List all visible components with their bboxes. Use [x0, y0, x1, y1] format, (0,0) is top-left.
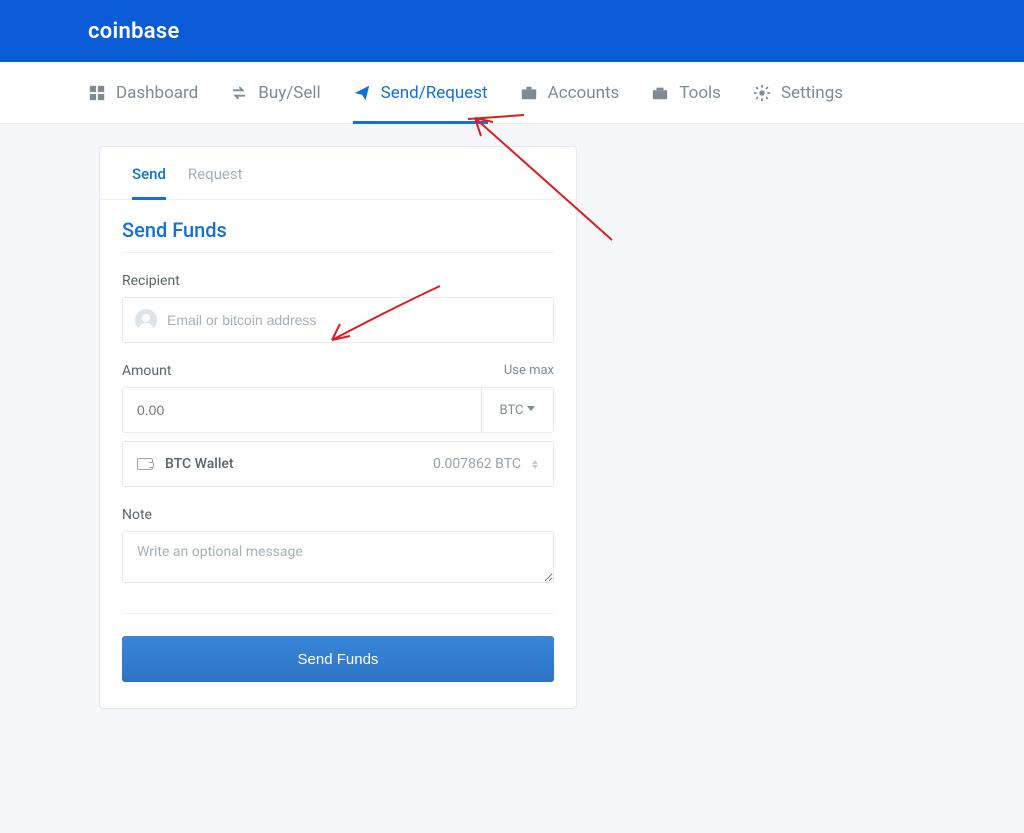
- amount-group: BTC: [122, 387, 554, 433]
- dashboard-icon: [88, 84, 106, 102]
- nav-label: Buy/Sell: [258, 83, 320, 103]
- amount-label-row: Amount Use max: [122, 363, 554, 379]
- tab-send[interactable]: Send: [132, 165, 166, 199]
- card-body: Send Funds Recipient Amount Use max BTC …: [100, 200, 576, 708]
- nav-accounts[interactable]: Accounts: [520, 62, 620, 124]
- recipient-label: Recipient: [122, 273, 554, 289]
- person-icon: [135, 309, 157, 331]
- caret-down-icon: [527, 406, 535, 411]
- brand-logo[interactable]: coinbase: [88, 19, 180, 44]
- nav-settings[interactable]: Settings: [753, 62, 843, 124]
- section-title: Send Funds: [122, 218, 554, 253]
- toolbox-icon: [651, 84, 669, 102]
- nav-label: Dashboard: [116, 83, 198, 103]
- recipient-input-row[interactable]: [122, 297, 554, 343]
- wallet-select[interactable]: BTC Wallet 0.007862 BTC: [122, 441, 554, 487]
- recipient-input[interactable]: [167, 312, 541, 328]
- note-input[interactable]: [122, 531, 554, 583]
- nav-label: Send/Request: [381, 83, 488, 103]
- wallet-icon: [137, 458, 153, 470]
- use-max-link[interactable]: Use max: [504, 363, 554, 379]
- nav-buy-sell[interactable]: Buy/Sell: [230, 62, 320, 124]
- note-label: Note: [122, 507, 554, 523]
- divider: [122, 613, 554, 614]
- wallet-name: BTC Wallet: [165, 456, 234, 472]
- main-nav: Dashboard Buy/Sell Send/Request Accounts…: [0, 62, 1024, 124]
- card-tabs: Send Request: [100, 147, 576, 200]
- up-down-icon: [531, 460, 539, 469]
- nav-tools[interactable]: Tools: [651, 62, 721, 124]
- briefcase-icon: [520, 84, 538, 102]
- currency-select[interactable]: BTC: [481, 388, 553, 432]
- wallet-balance: 0.007862 BTC: [433, 456, 521, 472]
- gear-icon: [753, 84, 771, 102]
- currency-label: BTC: [500, 403, 524, 418]
- nav-label: Settings: [781, 83, 843, 103]
- amount-label: Amount: [122, 363, 171, 379]
- tab-request[interactable]: Request: [188, 165, 243, 199]
- topbar: coinbase: [0, 0, 1024, 62]
- nav-dashboard[interactable]: Dashboard: [88, 62, 198, 124]
- nav-send-request[interactable]: Send/Request: [353, 62, 488, 124]
- amount-input[interactable]: [123, 388, 481, 432]
- nav-label: Tools: [679, 83, 721, 103]
- send-card: Send Request Send Funds Recipient Amount…: [99, 146, 577, 709]
- send-funds-button[interactable]: Send Funds: [122, 636, 554, 682]
- swap-icon: [230, 84, 248, 102]
- nav-label: Accounts: [548, 83, 620, 103]
- paper-plane-icon: [353, 84, 371, 102]
